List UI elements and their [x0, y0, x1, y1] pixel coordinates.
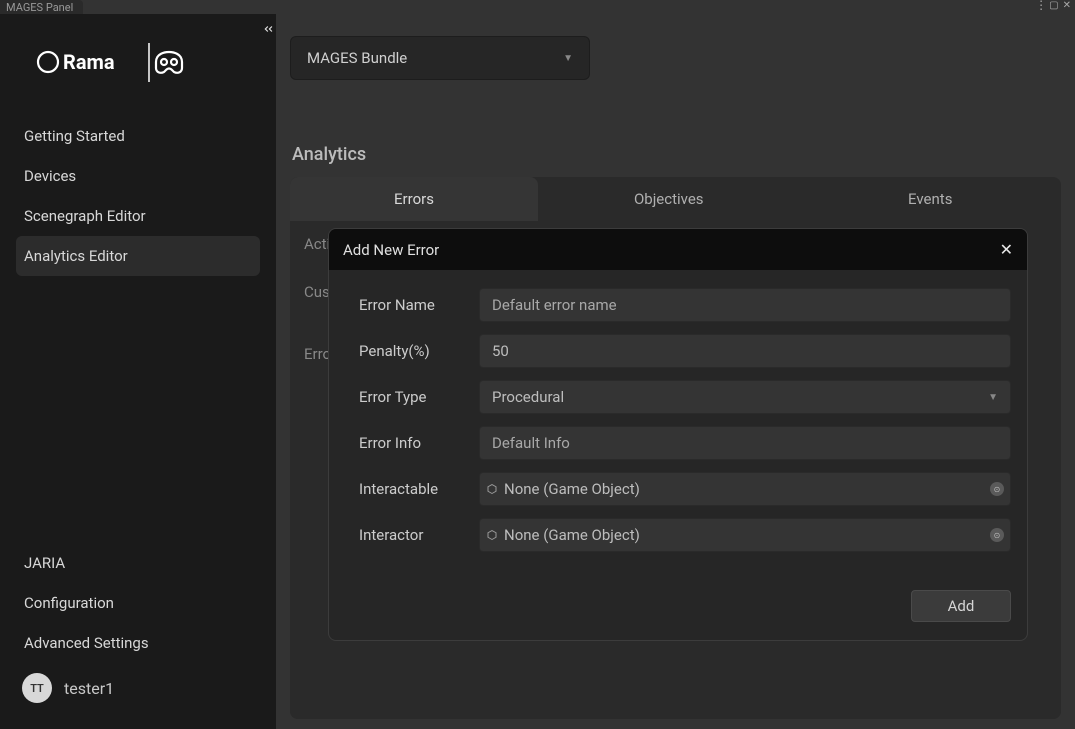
- interactor-objectfield[interactable]: None (Game Object) ⊙: [479, 518, 1011, 552]
- error-info-input[interactable]: [479, 426, 1011, 460]
- chevron-down-icon: ▼: [988, 392, 998, 403]
- svg-text:Rama: Rama: [63, 50, 115, 74]
- close-icon[interactable]: ✕: [1000, 240, 1013, 259]
- interactor-value: None (Game Object): [504, 526, 640, 544]
- object-picker-icon[interactable]: ⊙: [990, 528, 1004, 542]
- label-error-type: Error Type: [359, 388, 479, 406]
- error-name-input[interactable]: [479, 288, 1011, 322]
- add-button[interactable]: Add: [911, 590, 1011, 622]
- label-penalty: Penalty(%): [359, 342, 479, 360]
- window-maximize-icon[interactable]: ▢: [1049, 1, 1058, 11]
- sidebar-item-getting-started[interactable]: Getting Started: [16, 116, 260, 156]
- sidebar-item-configuration[interactable]: Configuration: [16, 583, 260, 623]
- interactable-objectfield[interactable]: None (Game Object) ⊙: [479, 472, 1011, 506]
- label-interactor: Interactor: [359, 526, 479, 544]
- label-interactable: Interactable: [359, 480, 479, 498]
- titlebar: MAGES Panel ⋮ ▢ ✕: [0, 0, 1075, 14]
- tab-events[interactable]: Events: [800, 177, 1062, 221]
- tab-objectives[interactable]: Objectives: [538, 177, 800, 221]
- avatar: TT: [22, 673, 52, 703]
- nav-top: Getting Started Devices Scenegraph Edito…: [0, 116, 276, 276]
- nav-bottom: JARIA Configuration Advanced Settings TT…: [0, 543, 276, 719]
- tabs-row: Errors Objectives Events: [290, 177, 1061, 221]
- chevron-double-left-icon: [261, 22, 275, 36]
- penalty-input[interactable]: [479, 334, 1011, 368]
- sidebar-item-jaria[interactable]: JARIA: [16, 543, 260, 583]
- sidebar-item-advanced-settings[interactable]: Advanced Settings: [16, 623, 260, 663]
- sidebar-item-analytics-editor[interactable]: Analytics Editor: [16, 236, 260, 276]
- panel-tab[interactable]: MAGES Panel: [0, 0, 83, 15]
- tab-errors[interactable]: Errors: [290, 177, 538, 221]
- chevron-down-icon: ▼: [563, 53, 573, 64]
- section-title: Analytics: [292, 144, 1061, 165]
- label-error-name: Error Name: [359, 296, 479, 314]
- object-picker-icon[interactable]: ⊙: [990, 482, 1004, 496]
- modal-body: Error Name Penalty(%) Error Type Procedu…: [329, 270, 1027, 586]
- logo: Rama: [0, 14, 276, 116]
- error-type-value: Procedural: [492, 388, 564, 406]
- modal-title: Add New Error: [343, 241, 439, 259]
- cube-icon: [486, 529, 498, 541]
- modal-header: Add New Error ✕: [329, 229, 1027, 270]
- sidebar: Rama Getting Started Devices Scenegraph …: [0, 14, 276, 729]
- window-close-icon[interactable]: ✕: [1063, 1, 1071, 11]
- sidebar-collapse-button[interactable]: [259, 20, 277, 38]
- add-error-modal: Add New Error ✕ Error Name Penalty(%) Er…: [328, 228, 1028, 641]
- window-menu-icon[interactable]: ⋮: [1035, 1, 1045, 11]
- sidebar-item-devices[interactable]: Devices: [16, 156, 260, 196]
- error-type-select[interactable]: Procedural ▼: [479, 380, 1011, 414]
- user-name: tester1: [64, 679, 114, 698]
- user-row[interactable]: TT tester1: [16, 663, 260, 713]
- sidebar-item-scenegraph-editor[interactable]: Scenegraph Editor: [16, 196, 260, 236]
- bundle-select-value: MAGES Bundle: [307, 49, 407, 67]
- cube-icon: [486, 483, 498, 495]
- bundle-select[interactable]: MAGES Bundle ▼: [290, 36, 590, 80]
- label-error-info: Error Info: [359, 434, 479, 452]
- interactable-value: None (Game Object): [504, 480, 640, 498]
